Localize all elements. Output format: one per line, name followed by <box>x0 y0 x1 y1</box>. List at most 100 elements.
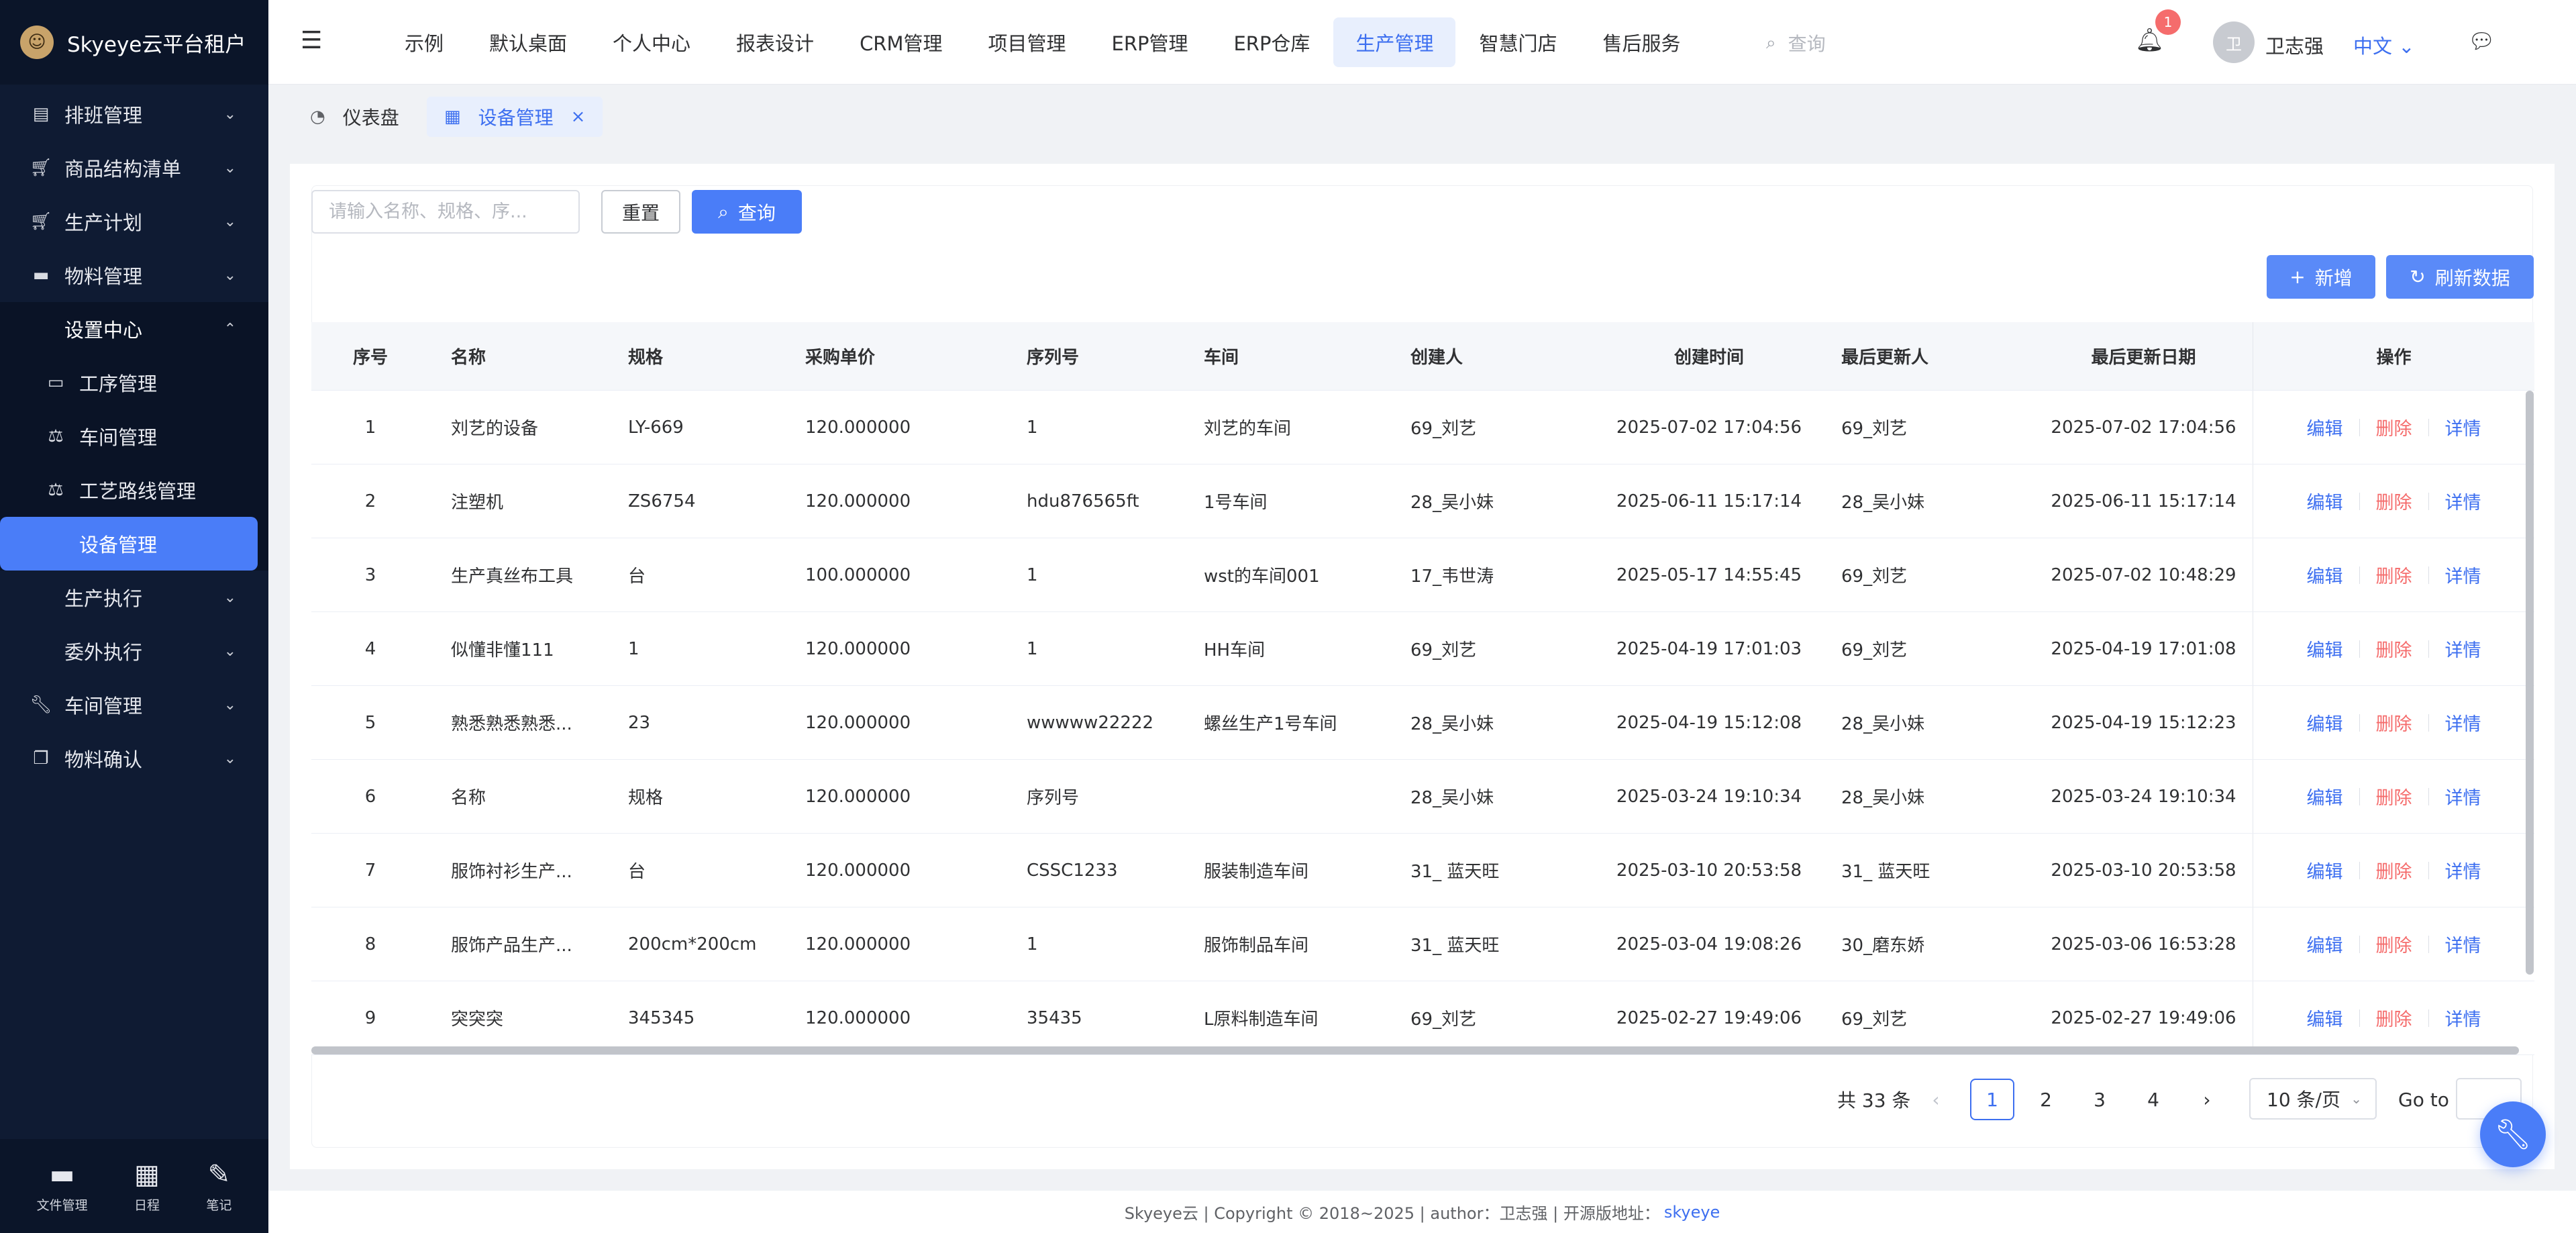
edit-button[interactable]: 编辑 <box>2291 562 2359 588</box>
page-1[interactable]: 1 <box>1970 1079 2014 1120</box>
tab-dashboard[interactable]: ◔ 仪表盘 <box>293 97 417 137</box>
col-header: 序列号 <box>1027 348 1080 368</box>
delete-button[interactable]: 删除 <box>2360 931 2428 957</box>
detail-button[interactable]: 详情 <box>2429 1005 2497 1031</box>
sidebar-item-workshop[interactable]: ⚖ 车间管理 <box>0 409 268 463</box>
delete-button[interactable]: 删除 <box>2360 488 2428 514</box>
close-icon[interactable]: × <box>571 107 586 127</box>
delete-button[interactable]: 删除 <box>2360 857 2428 883</box>
nav-item-report-design[interactable]: 报表设计 <box>714 17 836 67</box>
add-button[interactable]: + 新增 <box>2267 255 2375 299</box>
sidebar-item-label: 设备管理 <box>79 534 158 556</box>
nav-item-after-sales[interactable]: 售后服务 <box>1580 17 1702 67</box>
nav-item-project[interactable]: 项目管理 <box>966 17 1088 67</box>
sidebar-item-outsourcing[interactable]: 委外执行 ⌄ <box>0 624 268 678</box>
sidebar-item-label: 商品结构清单 <box>64 158 182 181</box>
delete-button[interactable]: 删除 <box>2360 1005 2428 1031</box>
edit-button[interactable]: 编辑 <box>2291 709 2359 736</box>
nav-item-erp-warehouse[interactable]: ERP仓库 <box>1211 17 1332 67</box>
calendar-button[interactable]: ▦ 日程 <box>134 1159 160 1214</box>
chat-icon[interactable]: 💬︎ <box>2468 28 2495 54</box>
nav-item-personal[interactable]: 个人中心 <box>590 17 713 67</box>
delete-button[interactable]: 删除 <box>2360 414 2428 440</box>
vertical-scrollbar[interactable] <box>2526 391 2534 975</box>
add-label: 新增 <box>2314 266 2353 289</box>
sidebar-item-scheduling[interactable]: ▤ 排班管理 ⌄ <box>0 87 268 141</box>
brand[interactable]: ☺ Skyeye云平台租户 <box>0 0 268 85</box>
sidebar-item-bom[interactable]: 🛒︎ 商品结构清单 ⌄ <box>0 141 268 195</box>
query-button[interactable]: ⌕ 查询 <box>692 190 802 234</box>
sidebar-footer: ▬ 文件管理 ▦ 日程 ✎ 笔记 <box>0 1139 268 1233</box>
footer-link[interactable]: skyeye <box>1664 1203 1720 1222</box>
avatar[interactable]: 卫 <box>2213 21 2255 63</box>
table-row: 5 熟悉熟悉熟悉... 23 120.000000 wwwww22222 螺丝生产1号车间… <box>311 686 2534 760</box>
detail-button[interactable]: 详情 <box>2429 783 2497 809</box>
edit-button[interactable]: 编辑 <box>2291 636 2359 662</box>
page-2[interactable]: 2 <box>2024 1079 2068 1120</box>
refresh-button[interactable]: ↻ 刷新数据 <box>2386 255 2534 299</box>
goto-label: Go to <box>2398 1089 2449 1111</box>
sidebar-item-workshop-mgmt[interactable]: 🔧︎ 车间管理 ⌄ <box>0 678 268 732</box>
username[interactable]: 卫志强 <box>2265 31 2324 59</box>
table-cell: 17_韦世涛 <box>1410 566 1494 587</box>
delete-button[interactable]: 删除 <box>2360 562 2428 588</box>
table-cell: 31_ 蓝天旺 <box>1841 862 1930 882</box>
search-input[interactable] <box>311 190 580 234</box>
detail-button[interactable]: 详情 <box>2429 414 2497 440</box>
settings-fab-wrench-icon[interactable]: 🔧︎ <box>2480 1101 2546 1167</box>
table-cell: 120.000000 <box>805 934 911 954</box>
file-manager-button[interactable]: ▬ 文件管理 <box>37 1159 88 1214</box>
page-3[interactable]: 3 <box>2077 1079 2122 1120</box>
detail-button[interactable]: 详情 <box>2429 857 2497 883</box>
sidebar-item-routing[interactable]: ⚖ 工艺路线管理 <box>0 463 268 517</box>
edit-button[interactable]: 编辑 <box>2291 783 2359 809</box>
nav-item-production[interactable]: 生产管理 <box>1333 17 1456 67</box>
table-cell: 1 <box>1027 934 1038 954</box>
delete-button[interactable]: 删除 <box>2360 636 2428 662</box>
edit-button[interactable]: 编辑 <box>2291 414 2359 440</box>
table-row: 6 名称 规格 120.000000 序列号 28_吴小妹 2025-03-24 19:10… <box>311 760 2534 834</box>
edit-button[interactable]: 编辑 <box>2291 488 2359 514</box>
notes-button[interactable]: ✎ 笔记 <box>206 1159 231 1214</box>
refresh-icon: ↻ <box>2410 266 2426 288</box>
next-page-icon[interactable]: › <box>2185 1079 2229 1120</box>
detail-button[interactable]: 详情 <box>2429 636 2497 662</box>
edit-button[interactable]: 编辑 <box>2291 931 2359 957</box>
language-select[interactable]: 中文 ⌄ <box>2353 31 2415 59</box>
delete-button[interactable]: 删除 <box>2360 709 2428 736</box>
prev-page-icon[interactable]: ‹ <box>1914 1079 1958 1120</box>
table-cell: 生产真丝布工具 <box>451 566 574 587</box>
edit-button[interactable]: 编辑 <box>2291 1005 2359 1031</box>
page-size-select[interactable]: 10 条/页 ⌄ <box>2249 1078 2377 1120</box>
detail-button[interactable]: 详情 <box>2429 709 2497 736</box>
detail-button[interactable]: 详情 <box>2429 931 2497 957</box>
tab-equipment[interactable]: ▦ 设备管理 × <box>427 97 603 137</box>
sidebar-item-production-exec[interactable]: 生产执行 ⌄ <box>0 571 268 624</box>
nav-item-example[interactable]: 示例 <box>382 17 466 67</box>
nav-item-default-desktop[interactable]: 默认桌面 <box>467 17 589 67</box>
detail-button[interactable]: 详情 <box>2429 488 2497 514</box>
horizontal-scrollbar[interactable] <box>311 1046 2519 1054</box>
sidebar-item-production-plan[interactable]: 🛒︎ 生产计划 ⌄ <box>0 195 268 248</box>
delete-button[interactable]: 删除 <box>2360 783 2428 809</box>
nav-item-crm[interactable]: CRM管理 <box>837 17 964 67</box>
row-actions: 编辑 删除 详情 <box>2253 907 2534 981</box>
sidebar-item-equipment[interactable]: 设备管理 <box>0 517 258 571</box>
nav-search[interactable]: ⌕ 查询 <box>1766 30 1826 56</box>
sidebar-item-material-confirm[interactable]: ❐ 物料确认 ⌄ <box>0 732 268 785</box>
language-label: 中文 <box>2353 35 2393 58</box>
table-cell: 螺丝生产1号车间 <box>1204 714 1337 734</box>
page-4[interactable]: 4 <box>2131 1079 2175 1120</box>
edit-button[interactable]: 编辑 <box>2291 857 2359 883</box>
reset-button[interactable]: 重置 <box>601 190 680 234</box>
sidebar-item-settings[interactable]: 设置中心 ⌃ <box>0 302 268 356</box>
sidebar-menu: ▤ 排班管理 ⌄ 🛒︎ 商品结构清单 ⌄ 🛒︎ 生产计划 ⌄ ▬ 物料管理 ⌄ … <box>0 85 268 785</box>
sidebar-item-process[interactable]: ▭ 工序管理 <box>0 356 268 409</box>
table-cell: 3 <box>364 564 376 585</box>
nav-item-erp[interactable]: ERP管理 <box>1090 17 1210 67</box>
menu-collapse-icon[interactable]: ☰ <box>301 27 322 54</box>
sidebar-item-material[interactable]: ▬ 物料管理 ⌄ <box>0 248 268 302</box>
detail-button[interactable]: 详情 <box>2429 562 2497 588</box>
nav-item-smart-store[interactable]: 智慧门店 <box>1457 17 1579 67</box>
copy-icon: ❐ <box>33 748 49 769</box>
